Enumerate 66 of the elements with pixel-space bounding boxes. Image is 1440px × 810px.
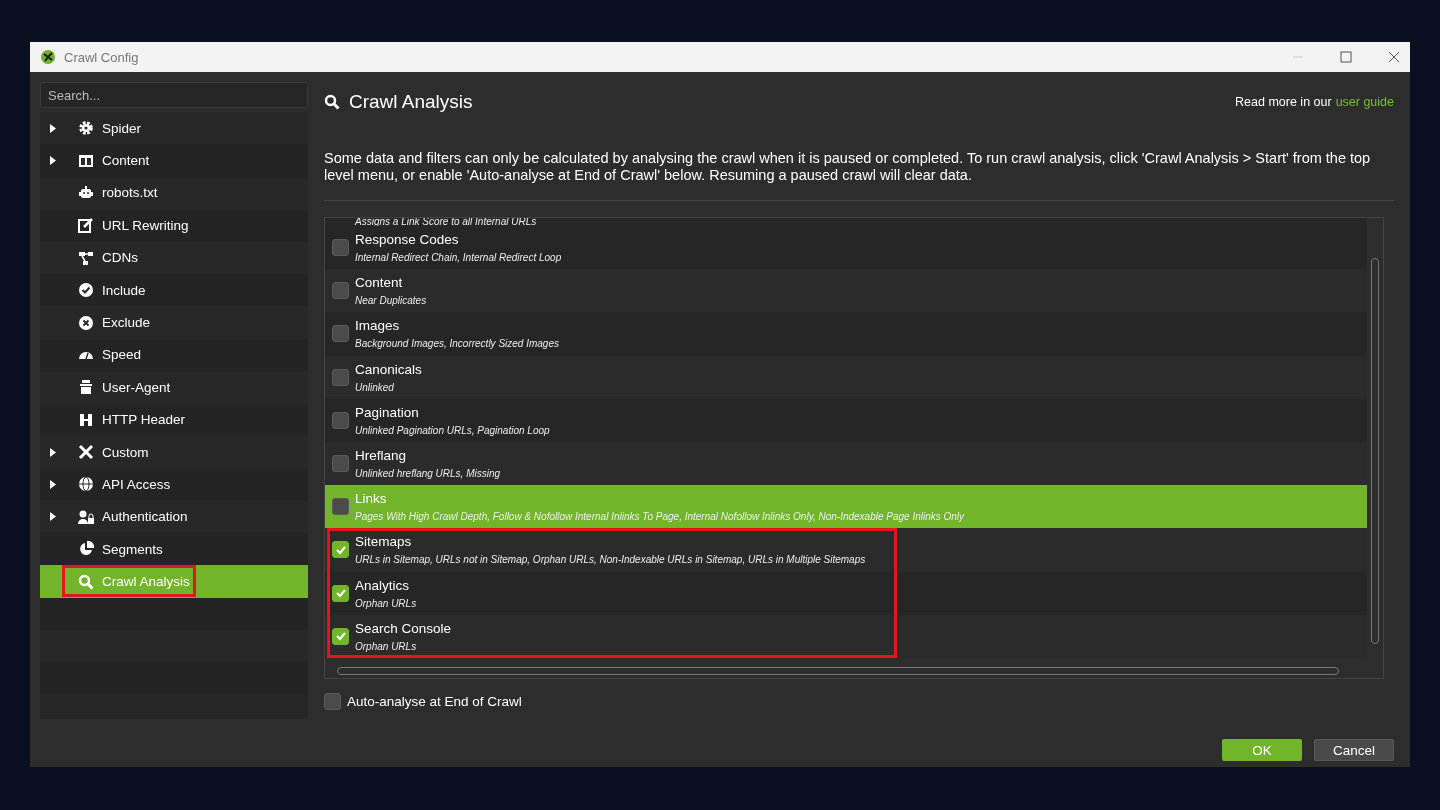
maximize-icon[interactable] <box>1340 51 1352 63</box>
search-icon <box>78 573 94 590</box>
filter-list-text: URLs in Sitemap, URLs not in Sitemap, Orphan URLs, Non-Indexable URLs in Sitemap, URLs in Multiple Sitemaps <box>355 554 866 566</box>
filter-list-text: Unlinked hreflang URLs, Missing <box>355 468 501 480</box>
guide-text: Read more in our <box>1235 95 1332 109</box>
h-letter-icon <box>78 411 94 428</box>
row-title: Analytics <box>355 577 411 593</box>
checkbox[interactable] <box>324 693 341 710</box>
checkbox[interactable] <box>332 627 349 645</box>
analysis-row[interactable]: Images Background Images, Incorrectly Sized Images <box>325 312 1367 356</box>
edit-icon <box>78 217 94 234</box>
analysis-row[interactable]: Pagination Unlinked Pagination URLs, Pagination Loop <box>325 398 1367 442</box>
filter-list-text: Pages With High Crawl Depth, Follow & Nofollow Internal Inlinks To Page, Internal Nofollow Inlinks Only, Non-Indexable Page Inlinks Only <box>355 511 965 523</box>
analysis-row[interactable]: Response Codes Internal Redirect Chain, Internal Redirect Loop <box>325 226 1367 270</box>
checkbox-label: Auto-analyse at End of Crawl <box>347 694 522 709</box>
filter-list-text: Near Duplicates <box>355 295 427 307</box>
expand-arrow-icon[interactable] <box>50 156 56 166</box>
row-title: Pagination <box>355 404 420 420</box>
checkbox[interactable] <box>332 455 349 473</box>
checkbox[interactable] <box>332 498 349 516</box>
pie-chart-icon <box>78 541 94 558</box>
check-icon <box>334 587 347 600</box>
filter-list-text: Unlinked <box>355 381 395 393</box>
row-title: Sitemaps <box>355 534 413 550</box>
network-icon <box>78 249 94 266</box>
check-circle-icon <box>78 282 94 299</box>
tools-icon <box>78 444 94 461</box>
globe-icon <box>78 476 94 493</box>
row-title: Links <box>355 491 388 507</box>
expand-arrow-icon[interactable] <box>50 480 56 489</box>
user-lock-icon <box>78 508 94 525</box>
filter-list-text: Internal Redirect Chain, Internal Redirect Loop <box>355 252 562 264</box>
check-icon <box>334 630 347 643</box>
checkbox[interactable] <box>332 584 349 602</box>
search-icon <box>324 94 340 110</box>
checkbox[interactable] <box>332 325 349 343</box>
checkbox[interactable] <box>332 541 349 559</box>
cancel-button[interactable]: Cancel <box>1314 739 1394 761</box>
checkbox[interactable] <box>332 368 349 386</box>
row-title: Response Codes <box>355 232 460 248</box>
row-title: Images <box>355 318 401 334</box>
checkbox[interactable] <box>332 411 349 429</box>
robot-icon <box>78 184 94 201</box>
gear-icon <box>78 120 94 137</box>
expand-arrow-icon[interactable] <box>50 447 56 457</box>
expand-arrow-icon[interactable] <box>50 123 56 133</box>
close-icon[interactable] <box>1388 51 1400 63</box>
row-title: Search Console <box>355 620 452 636</box>
user-guide-link[interactable]: user guide <box>1335 95 1394 109</box>
analysis-row[interactable]: Analytics Orphan URLs <box>325 571 1367 615</box>
row-title: Content <box>355 275 404 291</box>
filter-list-text: Orphan URLs <box>355 640 418 652</box>
filter-list-text: Orphan URLs <box>355 597 417 609</box>
row-title: Canonicals <box>355 361 422 377</box>
row-title: Hreflang <box>355 448 408 464</box>
description-text: Some data and filters can only be calculated by analysing the crawl when it is paused or completed. To run crawl analysis, click 'Crawl Analysis > Start' from the top level menu, or enable 'Auto-analyse at End of Crawl' below. Resuming a paused crawl will clear data. <box>324 150 1394 201</box>
expand-arrow-icon[interactable] <box>50 512 56 522</box>
filter-list-text: Background Images, Incorrectly Sized Images <box>355 338 559 350</box>
x-circle-icon <box>78 314 94 331</box>
checkbox[interactable] <box>332 282 349 300</box>
search-field[interactable]: Search... <box>40 82 308 108</box>
checkbox[interactable] <box>332 239 349 257</box>
panel-title: Crawl Analysis <box>349 91 473 113</box>
filter-list-text: Unlinked Pagination URLs, Pagination Loop <box>355 424 550 436</box>
columns-icon <box>78 152 94 169</box>
window-title: Crawl Config <box>64 49 139 65</box>
